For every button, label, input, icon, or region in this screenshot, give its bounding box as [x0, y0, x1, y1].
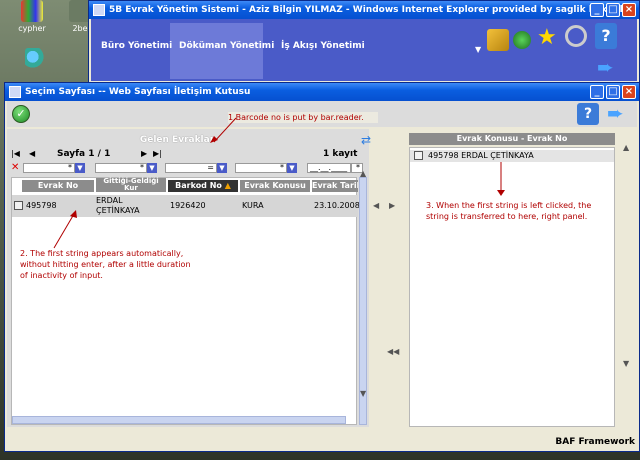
main-navigation: Büro Yönetimi Döküman Yönetimi İş Akışı …: [91, 19, 637, 81]
cell-tarih: 23.10.2008: [314, 201, 360, 210]
dialog-titlebar[interactable]: Seçim Sayfası -- Web Sayfası İletişim Ku…: [5, 83, 639, 101]
dialog-maximize-button[interactable]: □: [606, 85, 620, 99]
filter-kurum[interactable]: *: [95, 163, 147, 173]
annotation-3-text: 3. When the first string is left clicked…: [426, 201, 592, 221]
annotation-2-arrow: [53, 210, 77, 249]
archive-icon: [21, 0, 43, 22]
pager-text: Sayfa 1 / 1: [57, 149, 111, 159]
transfer-left-icon[interactable]: ◀: [373, 201, 379, 210]
help-icon[interactable]: ?: [595, 23, 617, 49]
col-header-barkod-label: Barkod No: [175, 181, 222, 190]
list-item-label: 495798 ERDAL ÇETİNKAYA: [428, 151, 534, 160]
scroll-down-icon[interactable]: ▼: [360, 389, 366, 398]
list-item[interactable]: 495798 ERDAL ÇETİNKAYA: [410, 150, 614, 162]
annotation-1-text: 1.Barcode no is put by bar.reader.: [228, 113, 364, 122]
left-panel-title: Gelen Evraklar: [7, 135, 347, 145]
confirm-check-icon[interactable]: ✓: [12, 105, 30, 123]
dropdown-arrow-icon[interactable]: ▼: [475, 45, 481, 54]
last-page-icon[interactable]: ▶|: [153, 149, 162, 158]
browser-titlebar[interactable]: 5B Evrak Yönetim Sistemi - Aziz Bilgin Y…: [89, 1, 639, 19]
close-button[interactable]: ×: [622, 3, 636, 17]
filter-konu[interactable]: *: [235, 163, 287, 173]
tab-dokuman-yonetimi[interactable]: Döküman Yönetimi: [179, 41, 274, 51]
favorites-star-icon[interactable]: ★: [537, 25, 557, 50]
scroll-up-icon[interactable]: ▲: [360, 169, 366, 178]
cell-barkod: 1926420: [170, 201, 206, 210]
filter-tarih[interactable]: __.__.____: [307, 163, 351, 173]
browser-title: 5B Evrak Yönetim Sistemi - Aziz Bilgin Y…: [109, 5, 636, 15]
right-panel-header: Evrak Konusu - Evrak No: [409, 133, 615, 145]
col-header-evrak-no[interactable]: Evrak No: [22, 180, 94, 192]
magnifier-icon[interactable]: [565, 25, 587, 47]
minimize-button[interactable]: _: [590, 3, 604, 17]
filter-barkod[interactable]: =: [165, 163, 217, 173]
prev-page-icon[interactable]: ◀: [29, 149, 35, 158]
maximize-button[interactable]: □: [606, 3, 620, 17]
transfer-all-left-icon[interactable]: ◀◀: [387, 347, 399, 356]
dialog-close-button[interactable]: ×: [622, 85, 636, 99]
filter-barkod-dropdown[interactable]: ▼: [217, 163, 227, 173]
filter-evrak-no[interactable]: *: [23, 163, 75, 173]
dialog-minimize-button[interactable]: _: [590, 85, 604, 99]
refresh-icon[interactable]: ⇄: [361, 133, 371, 147]
dialog-title: Seçim Sayfası -- Web Sayfası İletişim Ku…: [25, 87, 251, 97]
dialog-forward-arrow-icon[interactable]: ➨: [607, 101, 624, 125]
globe-search-icon[interactable]: [513, 31, 531, 49]
tools-icon[interactable]: [487, 29, 509, 51]
forward-arrow-icon[interactable]: ➨: [597, 55, 614, 79]
annotation-3: 3. When the first string is left clicked…: [426, 200, 606, 222]
filter-kurum-dropdown[interactable]: ▼: [147, 163, 157, 173]
dialog-icon: [9, 86, 21, 98]
col-header-barkod[interactable]: Barkod No ▲: [168, 180, 238, 192]
desktop-icon-users[interactable]: [14, 48, 58, 72]
col-header-tarih[interactable]: Evrak Tarih: [312, 180, 358, 192]
active-tab-highlight: [170, 23, 263, 79]
col-header-kurum[interactable]: Gittiği-Geldiği Kur: [96, 178, 166, 192]
annotation-2-text: 2. The first string appears automaticall…: [20, 249, 191, 280]
ie-icon: [93, 4, 105, 16]
footer-brand: BAF Framework: [555, 437, 635, 447]
right-scroll-up-icon[interactable]: ▲: [623, 143, 629, 152]
annotation-1-arrow: [210, 117, 237, 143]
dialog-help-icon[interactable]: ?: [577, 103, 599, 125]
cell-konu: KURA: [242, 201, 264, 210]
col-header-konu[interactable]: Evrak Konusu: [240, 180, 310, 192]
list-item-checkbox[interactable]: [414, 151, 423, 160]
right-scroll-down-icon[interactable]: ▼: [623, 359, 629, 368]
grid-horizontal-scrollbar[interactable]: [12, 416, 346, 424]
desktop-icon-label: 2be: [72, 24, 88, 33]
sort-asc-icon: ▲: [224, 181, 231, 190]
filter-evrak-no-dropdown[interactable]: ▼: [75, 163, 85, 173]
transfer-right-icon[interactable]: ▶: [389, 201, 395, 210]
cell-kurum: ERDAL ÇETİNKAYA: [96, 196, 140, 215]
first-page-icon[interactable]: |◀: [11, 149, 20, 158]
clear-filter-icon[interactable]: ✕: [11, 162, 19, 173]
grid-vertical-scrollbar[interactable]: [359, 177, 367, 425]
desktop-icon-cypher[interactable]: cypher: [10, 0, 54, 33]
users-icon: [25, 48, 47, 70]
selected-list: 495798 ERDAL ÇETİNKAYA: [409, 147, 615, 427]
annotation-3-arrow: [497, 162, 505, 196]
filter-konu-dropdown[interactable]: ▼: [287, 163, 297, 173]
annotation-1: 1.Barcode no is put by bar.reader.: [228, 112, 378, 123]
annotation-2: 2. The first string appears automaticall…: [20, 248, 200, 281]
tab-is-akisi-yonetimi[interactable]: İş Akışı Yönetimi: [281, 41, 365, 51]
row-checkbox[interactable]: [14, 201, 23, 210]
next-page-icon[interactable]: ▶: [141, 149, 147, 158]
record-count: 1 kayıt: [323, 149, 358, 159]
tab-buro-yonetimi[interactable]: Büro Yönetimi: [101, 41, 172, 51]
filter-row: ✕ * ▼ * ▼ = ▼ * ▼ __.__.____ *: [11, 162, 363, 175]
right-panel: Evrak Konusu - Evrak No 495798 ERDAL ÇET…: [409, 133, 629, 427]
desktop-icon-label: cypher: [18, 24, 46, 33]
browser-window[interactable]: 5B Evrak Yönetim Sistemi - Aziz Bilgin Y…: [88, 0, 640, 84]
